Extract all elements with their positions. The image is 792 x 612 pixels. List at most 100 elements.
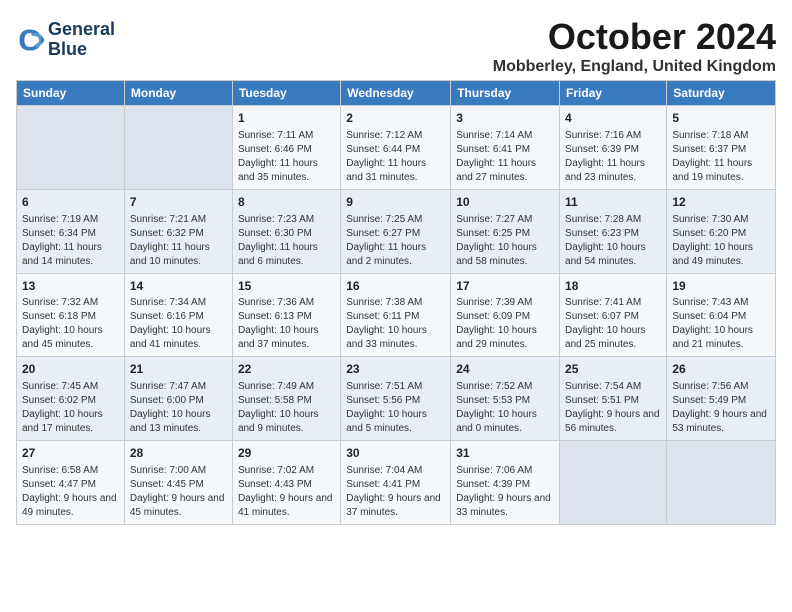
day-info: Sunrise: 7:32 AM Sunset: 6:18 PM Dayligh… xyxy=(22,296,119,352)
calendar-cell: 20 Sunrise: 7:45 AM Sunset: 6:02 PM Dayli… xyxy=(17,357,125,441)
calendar-cell: 30 Sunrise: 7:04 AM Sunset: 4:41 PM Dayli… xyxy=(341,441,451,525)
day-info: Sunrise: 7:16 AM Sunset: 6:39 PM Dayligh… xyxy=(565,129,661,185)
day-number: 20 xyxy=(22,361,119,378)
day-number: 5 xyxy=(672,110,770,127)
calendar-cell xyxy=(17,106,125,190)
day-info: Sunrise: 7:52 AM Sunset: 5:53 PM Dayligh… xyxy=(456,380,554,436)
calendar-cell: 6 Sunrise: 7:19 AM Sunset: 6:34 PM Daylig… xyxy=(17,189,125,273)
location: Mobberley, England, United Kingdom xyxy=(493,58,776,76)
day-number: 13 xyxy=(22,278,119,295)
day-info: Sunrise: 7:51 AM Sunset: 5:56 PM Dayligh… xyxy=(346,380,445,436)
day-info: Sunrise: 7:34 AM Sunset: 6:16 PM Dayligh… xyxy=(130,296,227,352)
calendar-table: SundayMondayTuesdayWednesdayThursdayFrid… xyxy=(16,80,776,525)
day-number: 16 xyxy=(346,278,445,295)
calendar-cell: 26Sunrise: 7:56 AM Sunset: 5:49 PM Dayli… xyxy=(667,357,776,441)
day-info: Sunrise: 7:28 AM Sunset: 6:23 PM Dayligh… xyxy=(565,213,661,269)
day-number: 23 xyxy=(346,361,445,378)
day-info: Sunrise: 7:36 AM Sunset: 6:13 PM Dayligh… xyxy=(238,296,335,352)
logo: General Blue xyxy=(16,20,115,60)
logo-line2: Blue xyxy=(48,40,115,60)
week-row-2: 6 Sunrise: 7:19 AM Sunset: 6:34 PM Daylig… xyxy=(17,189,776,273)
day-number: 27 xyxy=(22,445,119,462)
logo-line1: General xyxy=(48,20,115,40)
month-title: October 2024 xyxy=(493,16,776,58)
day-number: 24 xyxy=(456,361,554,378)
day-header-wednesday: Wednesday xyxy=(341,81,451,106)
day-number: 29 xyxy=(238,445,335,462)
calendar-cell: 16Sunrise: 7:38 AM Sunset: 6:11 PM Dayli… xyxy=(341,273,451,357)
calendar-cell: 14Sunrise: 7:34 AM Sunset: 6:16 PM Dayli… xyxy=(124,273,232,357)
day-number: 6 xyxy=(22,194,119,211)
day-info: Sunrise: 7:49 AM Sunset: 5:58 PM Dayligh… xyxy=(238,380,335,436)
week-row-3: 13Sunrise: 7:32 AM Sunset: 6:18 PM Dayli… xyxy=(17,273,776,357)
day-info: Sunrise: 7:04 AM Sunset: 4:41 PM Dayligh… xyxy=(346,464,445,520)
day-info: Sunrise: 7:21 AM Sunset: 6:32 PM Dayligh… xyxy=(130,213,227,269)
day-info: Sunrise: 6:58 AM Sunset: 4:47 PM Dayligh… xyxy=(22,464,119,520)
title-area: October 2024 Mobberley, England, United … xyxy=(493,16,776,76)
calendar-cell: 25Sunrise: 7:54 AM Sunset: 5:51 PM Dayli… xyxy=(560,357,667,441)
day-info: Sunrise: 7:27 AM Sunset: 6:25 PM Dayligh… xyxy=(456,213,554,269)
calendar-cell: 22Sunrise: 7:49 AM Sunset: 5:58 PM Dayli… xyxy=(232,357,340,441)
day-number: 7 xyxy=(130,194,227,211)
calendar-cell xyxy=(124,106,232,190)
day-info: Sunrise: 7:30 AM Sunset: 6:20 PM Dayligh… xyxy=(672,213,770,269)
day-header-monday: Monday xyxy=(124,81,232,106)
day-info: Sunrise: 7:02 AM Sunset: 4:43 PM Dayligh… xyxy=(238,464,335,520)
day-number: 11 xyxy=(565,194,661,211)
day-number: 30 xyxy=(346,445,445,462)
day-info: Sunrise: 7:39 AM Sunset: 6:09 PM Dayligh… xyxy=(456,296,554,352)
day-number: 19 xyxy=(672,278,770,295)
logo-text: General Blue xyxy=(48,20,115,60)
calendar-cell: 21Sunrise: 7:47 AM Sunset: 6:00 PM Dayli… xyxy=(124,357,232,441)
day-number: 1 xyxy=(238,110,335,127)
day-number: 21 xyxy=(130,361,227,378)
day-number: 8 xyxy=(238,194,335,211)
day-number: 4 xyxy=(565,110,661,127)
day-info: Sunrise: 7:06 AM Sunset: 4:39 PM Dayligh… xyxy=(456,464,554,520)
calendar-cell xyxy=(560,441,667,525)
day-number: 3 xyxy=(456,110,554,127)
day-number: 25 xyxy=(565,361,661,378)
day-info: Sunrise: 7:25 AM Sunset: 6:27 PM Dayligh… xyxy=(346,213,445,269)
calendar-cell: 15Sunrise: 7:36 AM Sunset: 6:13 PM Dayli… xyxy=(232,273,340,357)
week-row-4: 20 Sunrise: 7:45 AM Sunset: 6:02 PM Dayli… xyxy=(17,357,776,441)
calendar-cell: 31 Sunrise: 7:06 AM Sunset: 4:39 PM Dayli… xyxy=(451,441,560,525)
day-number: 18 xyxy=(565,278,661,295)
day-info: Sunrise: 7:43 AM Sunset: 6:04 PM Dayligh… xyxy=(672,296,770,352)
day-number: 17 xyxy=(456,278,554,295)
day-info: Sunrise: 7:12 AM Sunset: 6:44 PM Dayligh… xyxy=(346,129,445,185)
calendar-cell: 9Sunrise: 7:25 AM Sunset: 6:27 PM Daylig… xyxy=(341,189,451,273)
calendar-cell: 18Sunrise: 7:41 AM Sunset: 6:07 PM Dayli… xyxy=(560,273,667,357)
calendar-cell: 28Sunrise: 7:00 AM Sunset: 4:45 PM Dayli… xyxy=(124,441,232,525)
week-row-5: 27 Sunrise: 6:58 AM Sunset: 4:47 PM Dayli… xyxy=(17,441,776,525)
calendar-cell: 13Sunrise: 7:32 AM Sunset: 6:18 PM Dayli… xyxy=(17,273,125,357)
calendar-cell: 10 Sunrise: 7:27 AM Sunset: 6:25 PM Dayli… xyxy=(451,189,560,273)
day-number: 14 xyxy=(130,278,227,295)
logo-icon xyxy=(16,26,44,54)
calendar-cell: 12 Sunrise: 7:30 AM Sunset: 6:20 PM Dayli… xyxy=(667,189,776,273)
day-info: Sunrise: 7:38 AM Sunset: 6:11 PM Dayligh… xyxy=(346,296,445,352)
calendar-cell: 29 Sunrise: 7:02 AM Sunset: 4:43 PM Dayli… xyxy=(232,441,340,525)
calendar-cell: 4 Sunrise: 7:16 AM Sunset: 6:39 PM Daylig… xyxy=(560,106,667,190)
day-number: 10 xyxy=(456,194,554,211)
day-info: Sunrise: 7:19 AM Sunset: 6:34 PM Dayligh… xyxy=(22,213,119,269)
calendar-cell: 5Sunrise: 7:18 AM Sunset: 6:37 PM Daylig… xyxy=(667,106,776,190)
day-number: 12 xyxy=(672,194,770,211)
week-row-1: 1 Sunrise: 7:11 AM Sunset: 6:46 PM Daylig… xyxy=(17,106,776,190)
header-row: SundayMondayTuesdayWednesdayThursdayFrid… xyxy=(17,81,776,106)
calendar-cell: 7 Sunrise: 7:21 AM Sunset: 6:32 PM Daylig… xyxy=(124,189,232,273)
calendar-cell: 27 Sunrise: 6:58 AM Sunset: 4:47 PM Dayli… xyxy=(17,441,125,525)
calendar-cell: 1 Sunrise: 7:11 AM Sunset: 6:46 PM Daylig… xyxy=(232,106,340,190)
calendar-cell: 2Sunrise: 7:12 AM Sunset: 6:44 PM Daylig… xyxy=(341,106,451,190)
calendar-cell xyxy=(667,441,776,525)
day-header-tuesday: Tuesday xyxy=(232,81,340,106)
calendar-cell: 11 Sunrise: 7:28 AM Sunset: 6:23 PM Dayli… xyxy=(560,189,667,273)
day-info: Sunrise: 7:14 AM Sunset: 6:41 PM Dayligh… xyxy=(456,129,554,185)
day-info: Sunrise: 7:23 AM Sunset: 6:30 PM Dayligh… xyxy=(238,213,335,269)
day-number: 31 xyxy=(456,445,554,462)
header: General Blue October 2024 Mobberley, Eng… xyxy=(16,16,776,76)
day-number: 15 xyxy=(238,278,335,295)
day-info: Sunrise: 7:45 AM Sunset: 6:02 PM Dayligh… xyxy=(22,380,119,436)
day-info: Sunrise: 7:00 AM Sunset: 4:45 PM Dayligh… xyxy=(130,464,227,520)
day-info: Sunrise: 7:11 AM Sunset: 6:46 PM Dayligh… xyxy=(238,129,335,185)
